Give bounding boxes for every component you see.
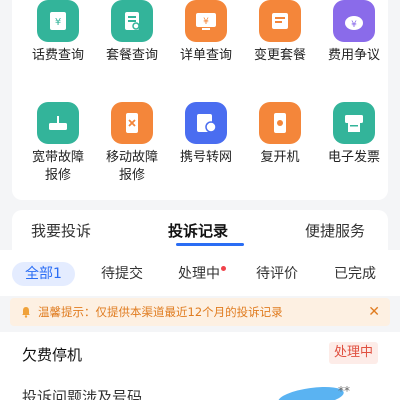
status-filter-bar: 全部1 待提交 处理中 待评价 已完成 [0,250,400,296]
svg-text:¥: ¥ [351,20,357,30]
service-label: 电子发票 [327,150,380,165]
masked-number: ** [338,384,350,398]
service-label: 携号转网 [179,150,232,165]
bell-icon [22,307,30,318]
filter-pending-submit[interactable]: 待提交 [101,262,143,286]
notice-banner: 温馨提示：仅提供本渠道最近12个月的投诉记录 ✕ [10,298,390,326]
service-broadband-fault[interactable]: 宽带故障 报修 [20,102,96,185]
unread-dot [221,266,226,271]
filter-processing-label: 处理中 [178,266,220,282]
service-grid: ¥ 话费查询 套餐查询 ¥ 详单查询 变更套餐 ¥ 费用争议 宽带故障 报修 移… [12,0,388,200]
service-e-invoice[interactable]: 电子发票 [316,102,392,167]
service-number-transfer[interactable]: 携号转网 [168,102,244,167]
package-query-icon [111,0,153,42]
broadband-fault-icon [37,102,79,144]
record-field-label: 投诉问题涉及号码 [22,388,143,400]
complaint-record[interactable]: 欠费停机 处理中 投诉问题涉及号码 ** [0,332,400,400]
service-label: 复开机 [260,150,300,165]
tab-complaint-records[interactable]: 投诉记录 [168,220,228,241]
close-icon[interactable]: ✕ [368,298,380,326]
bill-query-icon: ¥ [37,0,79,42]
filter-processing[interactable]: 处理中 [178,262,226,286]
service-restart[interactable]: 复开机 [242,102,318,167]
filter-completed[interactable]: 已完成 [334,262,376,286]
number-transfer-icon [185,102,227,144]
fee-dispute-icon: ¥ [333,0,375,42]
restart-service-icon [259,102,301,144]
filter-pending-review[interactable]: 待评价 [256,262,298,286]
e-invoice-icon [333,102,375,144]
svg-text:¥: ¥ [55,17,61,28]
redaction-mark [277,383,345,400]
service-package-query[interactable]: 套餐查询 [94,0,170,65]
record-title: 欠费停机 [22,346,83,364]
change-package-icon [259,0,301,42]
main-tabs: 我要投诉 投诉记录 便捷服务 [12,210,388,250]
mobile-fault-icon [111,102,153,144]
service-label: 套餐查询 [105,48,158,63]
tab-quick-services[interactable]: 便捷服务 [305,220,365,241]
svg-text:¥: ¥ [203,17,209,27]
service-label: 费用争议 [327,48,380,63]
service-bill-query[interactable]: ¥ 话费查询 [20,0,96,65]
service-mobile-fault[interactable]: 移动故障 报修 [94,102,170,185]
service-label: 话费查询 [31,48,84,63]
active-tab-indicator [176,243,244,246]
service-label: 变更套餐 [253,48,306,63]
notice-text: 温馨提示：仅提供本渠道最近12个月的投诉记录 [38,305,283,319]
detail-bill-icon: ¥ [185,0,227,42]
service-label: 宽带故障 报修 [31,150,84,183]
service-change-package[interactable]: 变更套餐 [242,0,318,65]
service-detail-bill[interactable]: ¥ 详单查询 [168,0,244,65]
service-label: 移动故障 报修 [105,150,158,183]
filter-all[interactable]: 全部1 [12,262,75,286]
service-fee-dispute[interactable]: ¥ 费用争议 [316,0,392,65]
tab-file-complaint[interactable]: 我要投诉 [31,220,91,241]
service-label: 详单查询 [179,48,232,63]
status-badge: 处理中 [328,342,378,364]
